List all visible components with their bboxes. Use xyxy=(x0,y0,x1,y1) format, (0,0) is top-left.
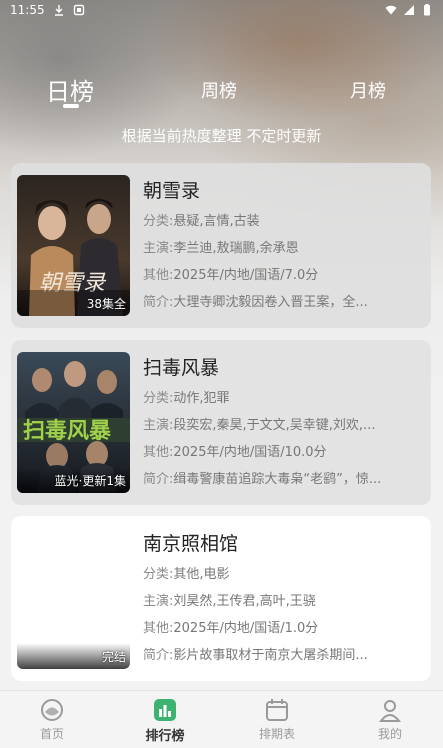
ranking-icon xyxy=(154,699,176,721)
tab-daily[interactable]: 日榜 xyxy=(46,72,94,107)
ranking-card[interactable]: 完结 南京照相馆 分类:其他,电影 主演:刘昊然,王传君,高叶,王骁 其他:20… xyxy=(11,516,431,681)
tab-weekly[interactable]: 周榜 xyxy=(201,77,237,103)
genre-row: 分类:悬疑,言情,古装 xyxy=(143,214,260,229)
other-row: 其他:2025年/内地/国语/1.0分 xyxy=(143,621,319,636)
item-info: 南京照相馆 分类:其他,电影 主演:刘昊然,王传君,高叶,王骁 其他:2025年… xyxy=(143,530,421,666)
intro-row: 简介:影片故事取材于南京大屠杀期间... xyxy=(143,648,368,663)
nav-ranking[interactable]: 排行榜 xyxy=(125,697,205,744)
download-icon xyxy=(54,5,63,16)
active-tab-indicator xyxy=(63,104,79,108)
nav-schedule[interactable]: 排期表 xyxy=(237,697,317,742)
poster-image[interactable]: 完结 xyxy=(17,528,130,669)
ranking-card[interactable]: 扫毒风暴 蓝光·更新1集 扫毒风暴 分类:动作,犯罪 主演:段奕宏,秦昊,于文文… xyxy=(11,340,431,505)
genre-row: 分类:动作,犯罪 xyxy=(143,391,230,406)
cast-row: 主演:刘昊然,王传君,高叶,王骁 xyxy=(143,594,316,609)
tab-monthly[interactable]: 月榜 xyxy=(350,77,386,103)
ranking-tabs: 日榜 周榜 月榜 xyxy=(0,68,443,108)
item-info: 扫毒风暴 分类:动作,犯罪 主演:段奕宏,秦昊,于文文,吴幸键,刘欢,... 其… xyxy=(143,354,421,490)
wifi-icon xyxy=(385,5,397,15)
episode-badge: 蓝光·更新1集 xyxy=(54,474,126,488)
battery-icon xyxy=(424,4,430,16)
ranking-subtitle: 根据当前热度整理 不定时更新 xyxy=(121,127,322,145)
episode-badge: 完结 xyxy=(101,650,126,664)
intro-row: 简介:缉毒警康苗追踪大毒枭“老鹞”，惊... xyxy=(143,472,382,487)
svg-text:扫毒风暴: 扫毒风暴 xyxy=(23,418,112,444)
app-notification-icon xyxy=(73,4,84,16)
other-row: 其他:2025年/内地/国语/7.0分 xyxy=(143,268,319,283)
item-title[interactable]: 朝雪录 xyxy=(143,177,421,205)
status-time: 11:55 xyxy=(10,3,45,17)
home-icon xyxy=(41,699,63,721)
intro-row: 简介:大理寺卿沈毅因卷入晋王案，全... xyxy=(143,295,368,310)
nav-profile[interactable]: 我的 xyxy=(350,697,430,742)
genre-row: 分类:其他,电影 xyxy=(143,567,230,582)
episode-badge: 38集全 xyxy=(86,297,126,311)
schedule-icon xyxy=(266,699,288,721)
cast-row: 主演:李兰迪,敖瑞鹏,余承恩 xyxy=(143,241,299,256)
cast-row: 主演:段奕宏,秦昊,于文文,吴幸键,刘欢,... xyxy=(143,418,376,433)
item-title[interactable]: 扫毒风暴 xyxy=(143,354,421,382)
profile-icon xyxy=(378,700,402,722)
nav-home[interactable]: 首页 xyxy=(12,697,92,742)
poster-image[interactable]: 扫毒风暴 蓝光·更新1集 xyxy=(17,352,130,493)
poster-image[interactable]: 朝雪录 38集全 xyxy=(17,175,130,316)
ranking-card[interactable]: 朝雪录 38集全 朝雪录 分类:悬疑,言情,古装 主演:李兰迪,敖瑞鹏,余承恩 … xyxy=(11,163,431,328)
item-info: 朝雪录 分类:悬疑,言情,古装 主演:李兰迪,敖瑞鹏,余承恩 其他:2025年/… xyxy=(143,177,421,313)
signal-icon xyxy=(404,5,414,15)
other-row: 其他:2025年/内地/国语/10.0分 xyxy=(143,445,327,460)
item-title[interactable]: 南京照相馆 xyxy=(143,530,421,558)
bottom-navigation: 首页 排行榜 排期表 我的 xyxy=(0,690,443,748)
status-bar: 11:55 xyxy=(0,0,443,20)
